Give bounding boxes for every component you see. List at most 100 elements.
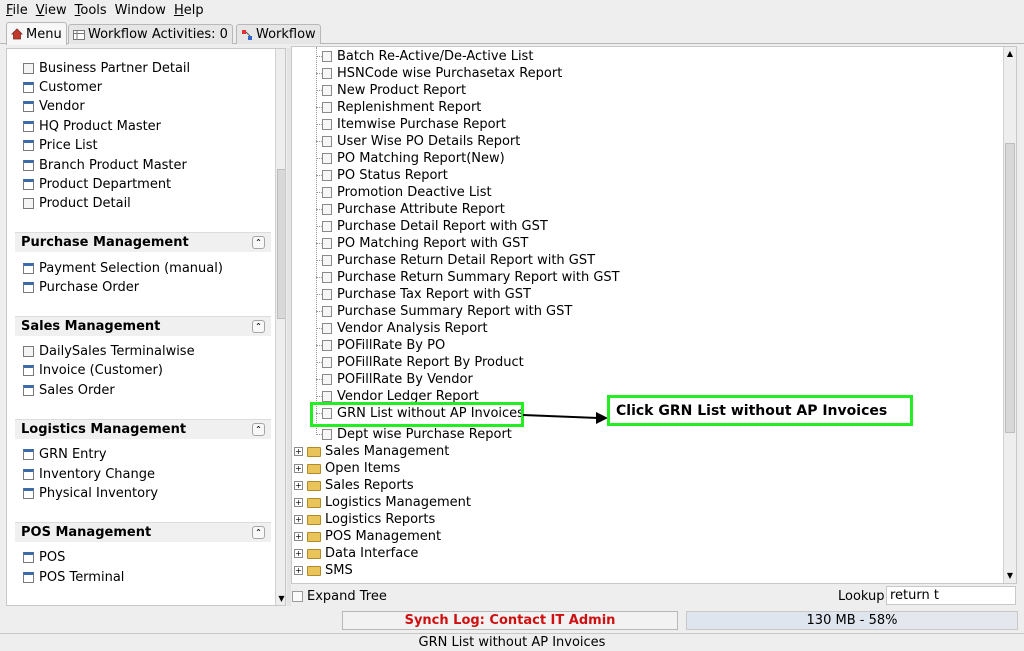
menu-item[interactable]: Payment Selection (manual) (23, 259, 223, 278)
scroll-up-arrow-icon[interactable]: ▲ (1005, 49, 1015, 59)
scroll-down-arrow-icon[interactable]: ▼ (277, 594, 285, 604)
tree-leaf[interactable]: Itemwise Purchase Report (322, 116, 506, 133)
menu-item[interactable]: Vendor (23, 97, 85, 116)
tree-leaf[interactable]: PO Status Report (322, 167, 448, 184)
menu-tools[interactable]: Tools (73, 3, 113, 18)
tree-leaf[interactable]: PO Matching Report with GST (322, 235, 528, 252)
menu-bar: File View Tools Window Help (0, 0, 1024, 20)
tab-workflow[interactable]: Workflow (236, 24, 321, 44)
menu-item[interactable]: Branch Product Master (23, 156, 187, 175)
window-icon (23, 82, 34, 93)
tree-leaf[interactable]: POFillRate By Vendor (322, 371, 473, 388)
tree-folder[interactable]: + POS Management (294, 528, 441, 545)
report-icon (322, 136, 332, 147)
tree-leaf[interactable]: New Product Report (322, 82, 466, 99)
report-icon (322, 102, 332, 113)
scrollbar-thumb[interactable] (1005, 143, 1015, 433)
menu-item[interactable]: Inventory Change (23, 465, 155, 484)
collapse-icon[interactable]: ⌃ (252, 526, 265, 539)
tree-leaf[interactable]: Purchase Return Summary Report with GST (322, 269, 620, 286)
tree-leaf[interactable]: POFillRate Report By Product (322, 354, 524, 371)
tree-leaf[interactable]: User Wise PO Details Report (322, 133, 520, 150)
tree-leaf[interactable]: HSNCode wise Purchasetax Report (322, 65, 562, 82)
scrollbar-thumb[interactable] (277, 169, 285, 319)
tree-leaf[interactable]: PO Matching Report(New) (322, 150, 505, 167)
tree-folder[interactable]: + Sales Management (294, 443, 449, 460)
menu-panel-scrollbar[interactable]: ▼ (275, 49, 285, 605)
tree-folder[interactable]: + Logistics Reports (294, 511, 435, 528)
tree-leaf[interactable]: Batch Re-Active/De-Active List (322, 48, 533, 65)
menu-item[interactable]: Product Detail (23, 194, 131, 213)
tree-leaf[interactable]: Purchase Tax Report with GST (322, 286, 531, 303)
scroll-down-arrow-icon[interactable]: ▼ (1005, 571, 1015, 581)
tree-leaf[interactable]: Vendor Analysis Report (322, 320, 488, 337)
expand-tree-checkbox[interactable]: Expand Tree (292, 585, 387, 607)
menu-item[interactable]: Physical Inventory (23, 484, 158, 503)
menu-item[interactable]: Purchase Order (23, 278, 139, 297)
checkbox-icon[interactable] (292, 590, 303, 602)
tree-leaf[interactable]: Purchase Summary Report with GST (322, 303, 572, 320)
menu-item[interactable]: Customer (23, 78, 102, 97)
collapse-icon[interactable]: ⌃ (252, 423, 265, 436)
tab-menu[interactable]: Menu (6, 22, 67, 45)
group-sales-management[interactable]: Sales Management ⌃ (15, 316, 271, 336)
report-icon (322, 289, 332, 300)
tree-folder[interactable]: + Sales Reports (294, 477, 414, 494)
menu-file[interactable]: File (4, 3, 34, 18)
menu-item[interactable]: HQ Product Master (23, 117, 161, 136)
tree-leaf[interactable]: Promotion Deactive List (322, 184, 492, 201)
expand-icon[interactable]: + (294, 447, 303, 456)
expand-icon[interactable]: + (294, 532, 303, 541)
menu-view[interactable]: View (34, 3, 73, 18)
menu-item[interactable]: Invoice (Customer) (23, 361, 163, 380)
tree-scrollbar[interactable]: ▲ ▼ (1003, 47, 1016, 583)
group-pos-management[interactable]: POS Management ⌃ (15, 522, 271, 542)
menu-tree: Batch Re-Active/De-Active List HSNCode w… (291, 46, 1017, 584)
menu-help[interactable]: Help (172, 3, 210, 18)
expand-icon[interactable]: + (294, 515, 303, 524)
tree-folder[interactable]: + Logistics Management (294, 494, 471, 511)
tab-workflow-activities[interactable]: Workflow Activities: 0 (68, 24, 233, 44)
tree-leaf[interactable]: Purchase Detail Report with GST (322, 218, 548, 235)
menu-item[interactable]: POS (23, 548, 65, 567)
tree-leaf[interactable]: Purchase Attribute Report (322, 201, 505, 218)
tree-folder[interactable]: + Open Items (294, 460, 400, 477)
window-icon (23, 385, 34, 396)
menu-item[interactable]: Product Department (23, 175, 171, 194)
report-icon (322, 221, 332, 232)
report-icon (322, 429, 332, 440)
lookup-input[interactable]: return t (886, 586, 1016, 605)
menu-item[interactable]: Price List (23, 136, 98, 155)
collapse-icon[interactable]: ⌃ (252, 320, 265, 333)
menu-item[interactable]: Business Partner Detail (23, 59, 190, 78)
menu-item[interactable]: GRN Entry (23, 445, 107, 464)
menu-item[interactable]: Sales Order (23, 381, 115, 400)
tree-leaf[interactable]: POFillRate By PO (322, 337, 445, 354)
expand-icon[interactable]: + (294, 549, 303, 558)
tree-leaf[interactable]: Purchase Return Detail Report with GST (322, 252, 595, 269)
window-icon (23, 160, 34, 171)
window-icon (23, 469, 34, 480)
expand-icon[interactable]: + (294, 498, 303, 507)
collapse-icon[interactable]: ⌃ (252, 236, 265, 249)
table-icon (73, 29, 85, 41)
menu-item[interactable]: POS Terminal (23, 568, 124, 587)
group-logistics-management[interactable]: Logistics Management ⌃ (15, 419, 271, 439)
tree-folder[interactable]: + SMS (294, 562, 353, 579)
tree-folder[interactable]: + Data Interface (294, 545, 418, 562)
menu-window[interactable]: Window (113, 3, 172, 18)
report-icon (322, 119, 332, 130)
group-purchase-management[interactable]: Purchase Management ⌃ (15, 232, 271, 252)
memory-indicator[interactable]: 130 MB - 58% (686, 611, 1018, 630)
report-icon (322, 374, 332, 385)
window-icon (23, 572, 34, 583)
tree-leaf[interactable]: Replenishment Report (322, 99, 481, 116)
tree-leaf[interactable]: Dept wise Purchase Report (322, 426, 512, 443)
expand-icon[interactable]: + (294, 464, 303, 473)
menu-item[interactable]: DailySales Terminalwise (23, 342, 195, 361)
expand-icon[interactable]: + (294, 566, 303, 575)
report-icon (23, 198, 34, 209)
synch-log-status[interactable]: Synch Log: Contact IT Admin (342, 611, 678, 630)
window-icon (23, 121, 34, 132)
expand-icon[interactable]: + (294, 481, 303, 490)
